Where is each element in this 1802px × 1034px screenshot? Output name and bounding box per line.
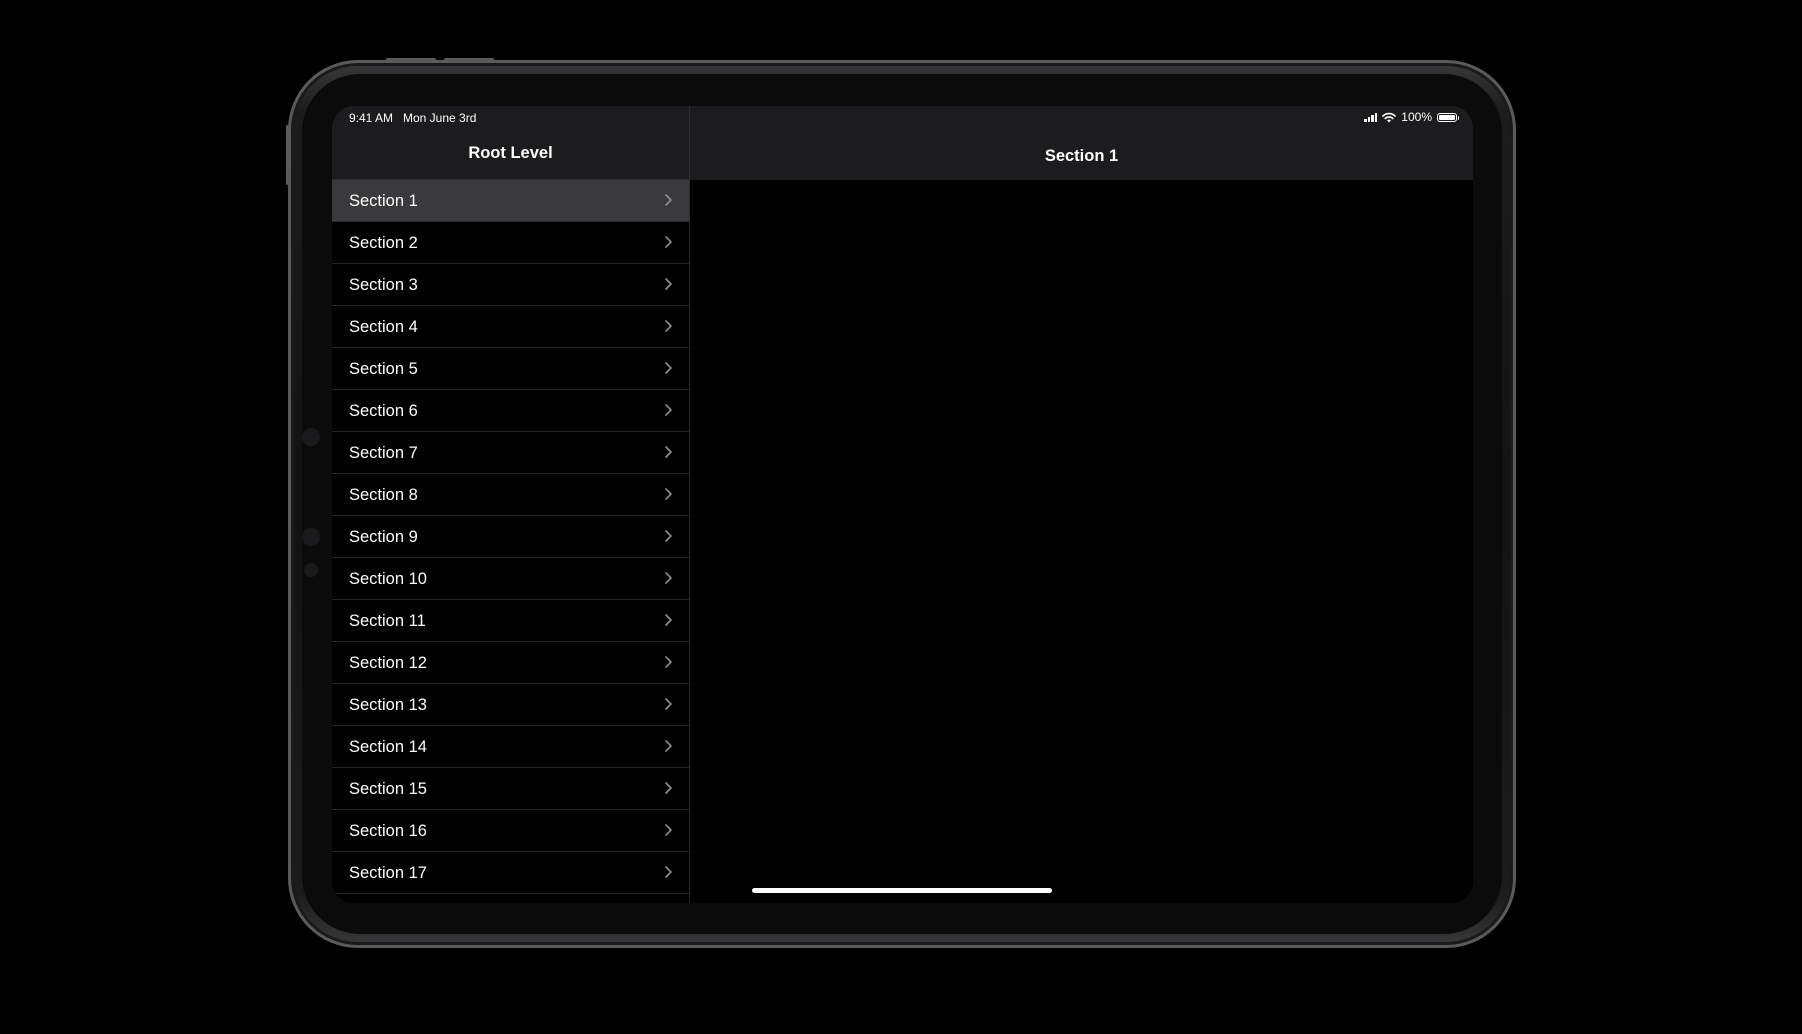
list-item-label: Section 2 <box>349 234 418 252</box>
section-list: Section 1 Section 2 Section 3 Section 4 Sect… <box>332 180 689 894</box>
chevron-right-icon <box>665 866 672 878</box>
list-item-label: Section 14 <box>349 738 427 756</box>
chevron-right-icon <box>665 572 672 584</box>
list-item[interactable]: Section 14 <box>332 726 689 768</box>
list-item[interactable]: Section 7 <box>332 432 689 474</box>
list-item[interactable]: Section 4 <box>332 306 689 348</box>
wifi-icon <box>1382 112 1397 122</box>
battery-fill <box>1439 114 1455 120</box>
list-item-label: Section 3 <box>349 276 418 294</box>
list-item-label: Section 7 <box>349 444 418 462</box>
chevron-right-icon <box>665 194 672 206</box>
status-indicators: 100% <box>1364 110 1459 124</box>
list-item-label: Section 10 <box>349 570 427 588</box>
list-item[interactable]: Section 3 <box>332 264 689 306</box>
list-item-label: Section 5 <box>349 360 418 378</box>
chevron-right-icon <box>665 404 672 416</box>
status-bar: 9:41 AM Mon June 3rd 100% <box>332 106 1473 130</box>
chevron-right-icon <box>665 824 672 836</box>
camera-icon <box>302 428 320 446</box>
screen: 9:41 AM Mon June 3rd 100% Root Level Sec… <box>332 106 1473 903</box>
chevron-right-icon <box>665 320 672 332</box>
top-button <box>444 58 494 61</box>
battery-percent: 100% <box>1401 110 1432 124</box>
list-item[interactable]: Section 1 <box>332 180 689 222</box>
side-button <box>286 125 289 185</box>
list-item-label: Section 1 <box>349 192 418 210</box>
list-item[interactable]: Section 13 <box>332 684 689 726</box>
master-panel: Root Level Section 1 Section 2 Section 3 Se… <box>332 106 690 903</box>
list-item[interactable]: Section 15 <box>332 768 689 810</box>
chevron-right-icon <box>665 656 672 668</box>
home-indicator[interactable] <box>752 888 1052 893</box>
list-item-label: Section 6 <box>349 402 418 420</box>
sensor-icon <box>304 563 318 577</box>
list-item[interactable]: Section 5 <box>332 348 689 390</box>
list-item-label: Section 9 <box>349 528 418 546</box>
chevron-right-icon <box>665 698 672 710</box>
list-item[interactable]: Section 8 <box>332 474 689 516</box>
list-item-label: Section 8 <box>349 486 418 504</box>
status-date: Mon June 3rd <box>403 111 477 125</box>
signal-icon <box>1364 112 1378 122</box>
list-item[interactable]: Section 10 <box>332 558 689 600</box>
detail-title: Section 1 <box>1044 147 1119 165</box>
battery-icon <box>1437 112 1459 122</box>
list-item-label: Section 12 <box>349 654 427 672</box>
chevron-right-icon <box>665 530 672 542</box>
list-item[interactable]: Section 16 <box>332 810 689 852</box>
list-item[interactable]: Section 2 <box>332 222 689 264</box>
list-item[interactable]: Section 6 <box>332 390 689 432</box>
master-title: Root Level <box>468 144 553 162</box>
chevron-right-icon <box>665 278 672 290</box>
stage: 9:41 AM Mon June 3rd 100% Root Level Sec… <box>0 0 1802 1034</box>
list-item-label: Section 17 <box>349 864 427 882</box>
list-item[interactable]: Section 9 <box>332 516 689 558</box>
list-item[interactable]: Section 17 <box>332 852 689 894</box>
status-time: 9:41 AM <box>349 111 394 125</box>
list-item-label: Section 11 <box>349 612 426 630</box>
sensor-icon <box>302 528 320 546</box>
detail-panel: Section 1 <box>690 106 1473 903</box>
chevron-right-icon <box>665 236 672 248</box>
chevron-right-icon <box>665 782 672 794</box>
chevron-right-icon <box>665 488 672 500</box>
top-button <box>386 58 436 61</box>
chevron-right-icon <box>665 614 672 626</box>
list-item-label: Section 4 <box>349 318 418 336</box>
chevron-right-icon <box>665 446 672 458</box>
list-item-label: Section 16 <box>349 822 427 840</box>
list-item[interactable]: Section 11 <box>332 600 689 642</box>
list-item-label: Section 13 <box>349 696 427 714</box>
chevron-right-icon <box>665 740 672 752</box>
list-item[interactable]: Section 12 <box>332 642 689 684</box>
list-item-label: Section 15 <box>349 780 427 798</box>
chevron-right-icon <box>665 362 672 374</box>
